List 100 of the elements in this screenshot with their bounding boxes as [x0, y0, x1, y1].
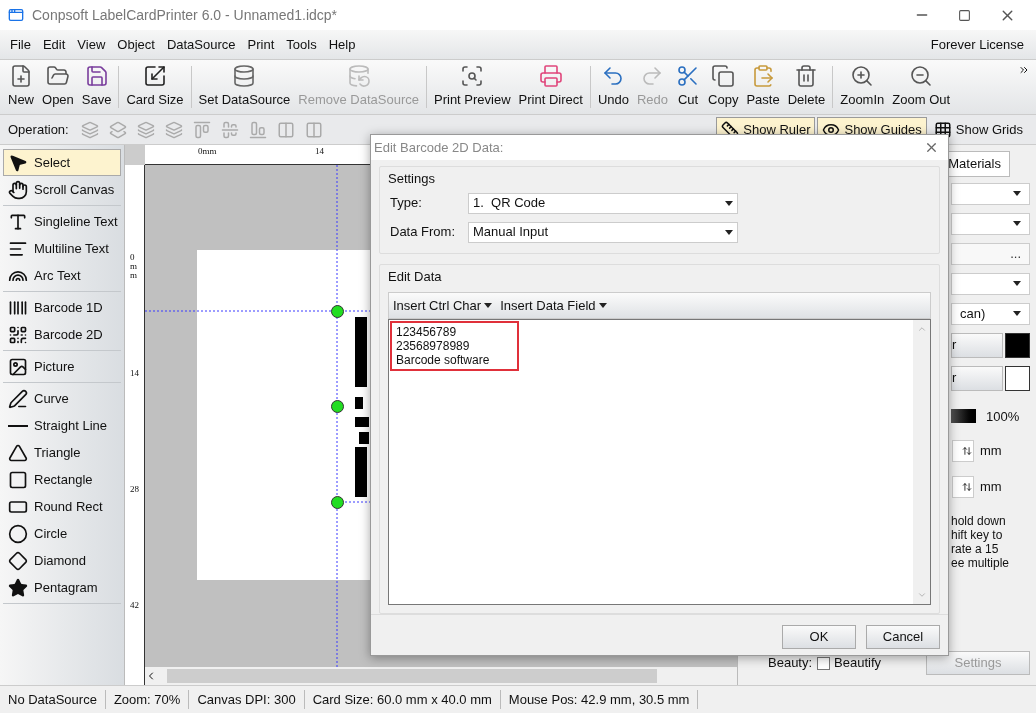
menu-item[interactable]: View	[71, 34, 112, 55]
tool-item[interactable]: Triangle	[3, 439, 121, 466]
insert-menu-button[interactable]: Insert Data Field	[500, 295, 607, 316]
spin-arrows-icon[interactable]	[962, 482, 972, 492]
tool-item[interactable]: Multiline Text	[3, 235, 121, 262]
arrange-icon[interactable]	[220, 120, 239, 139]
tool-item[interactable]: Pentagram	[3, 574, 121, 601]
dropdown[interactable]	[951, 182, 1030, 205]
cancel-button[interactable]: Cancel	[866, 624, 940, 649]
unit-label: mm	[980, 478, 1002, 497]
color-button[interactable]: r	[951, 365, 1003, 391]
copy-icon	[711, 64, 736, 89]
color-swatch[interactable]	[1005, 365, 1030, 391]
hint-text: ee multiple	[951, 556, 1011, 570]
menu-item[interactable]: Object	[111, 34, 161, 55]
arrange-icon[interactable]	[192, 120, 211, 139]
caret-icon	[484, 303, 493, 308]
spin-arrows-icon[interactable]	[962, 446, 972, 456]
status-item: No DataSource	[0, 689, 106, 710]
resize-icon	[143, 64, 167, 89]
ruler-label: 0mm	[130, 253, 138, 280]
pen-icon	[8, 388, 28, 409]
triangle-icon	[8, 442, 28, 463]
color-button[interactable]: r	[951, 332, 1003, 358]
toolbar-button[interactable]: Copy	[704, 64, 743, 110]
browse-field[interactable]: ...	[951, 242, 1030, 265]
menu-item[interactable]: Print	[241, 34, 281, 55]
tool-item[interactable]: Barcode 2D	[3, 321, 121, 348]
color-swatch[interactable]	[1005, 332, 1030, 358]
arrange-icon[interactable]	[304, 120, 323, 139]
tool-item[interactable]: Barcode 1D	[3, 294, 121, 321]
data-line: Barcode software	[396, 353, 490, 367]
toolbar-button[interactable]: Card Size	[122, 64, 188, 110]
toolbar-button[interactable]: Paste	[742, 64, 784, 110]
tool-item[interactable]: Singleline Text	[3, 208, 121, 235]
arrange-icon[interactable]	[164, 120, 183, 139]
type-dropdown[interactable]: 1. QR Code	[468, 192, 738, 214]
tool-item[interactable]: Arc Text	[3, 262, 121, 289]
arrange-icon[interactable]	[80, 120, 99, 139]
horizontal-scrollbar[interactable]	[145, 667, 737, 685]
tool-item[interactable]: Straight Line	[3, 412, 121, 439]
ruler-label: 0mm	[198, 145, 217, 158]
toolbar-button[interactable]: Open	[38, 64, 78, 110]
tool-item[interactable]: Diamond	[3, 547, 121, 574]
opacity-slider[interactable]	[951, 409, 978, 424]
close-icon[interactable]	[924, 140, 939, 155]
insert-menu-button[interactable]: Insert Ctrl Char	[393, 295, 493, 316]
spin-field[interactable]	[952, 476, 974, 498]
caret-icon	[725, 200, 733, 206]
tool-item[interactable]: Curve	[3, 385, 121, 412]
printer-icon	[538, 64, 563, 89]
toolbar-button[interactable]: Undo	[593, 64, 633, 110]
database-icon	[346, 64, 371, 89]
arrange-icon[interactable]	[248, 120, 267, 139]
toolbar-button[interactable]: Delete	[783, 64, 830, 110]
tool-item[interactable]: Scroll Canvas	[3, 176, 121, 203]
dropdown[interactable]	[951, 272, 1030, 295]
toolbar-button[interactable]: Save	[77, 64, 116, 110]
tool-item[interactable]: Circle	[3, 520, 121, 547]
ok-button[interactable]: OK	[782, 624, 856, 649]
toolbar-button[interactable]: New	[4, 64, 38, 110]
toolbar-button[interactable]: Zoom Out	[888, 64, 955, 110]
hand-icon	[8, 179, 28, 200]
tool-item[interactable]: Round Rect	[3, 493, 121, 520]
menu-item[interactable]: DataSource	[160, 34, 242, 55]
ruler-label: 14	[130, 369, 140, 378]
dropdown[interactable]	[951, 212, 1030, 235]
tool-item[interactable]: Select	[3, 149, 121, 176]
arrange-icon[interactable]	[136, 120, 155, 139]
tool-item[interactable]: Rectangle	[3, 466, 121, 493]
beautify-checkbox[interactable]: Beautify	[817, 653, 882, 673]
arrange-icon[interactable]	[276, 120, 295, 139]
hint-text: rate a 15	[951, 542, 1000, 556]
opacity-value: 100%	[986, 407, 1020, 426]
toolbar-button[interactable]: Cut	[672, 64, 705, 110]
hint-text: hift key to	[951, 528, 1004, 542]
data-text-area[interactable]: 123456789 23568978989 Barcode software	[388, 319, 931, 605]
tool-item[interactable]: Picture	[3, 353, 121, 380]
menu-item[interactable]: Tools	[280, 34, 323, 55]
data-source-dropdown[interactable]: Manual Input	[468, 221, 738, 243]
toolbar-button[interactable]: Set DataSource	[194, 64, 295, 110]
maximize-icon[interactable]	[958, 8, 971, 22]
toolbar-button[interactable]: Print Preview	[430, 64, 515, 110]
dropdown[interactable]: can)	[951, 302, 1030, 325]
status-item: Canvas DPI: 300	[189, 689, 305, 710]
caret-icon	[1013, 281, 1021, 286]
spin-field[interactable]	[952, 440, 974, 462]
caret-icon	[1013, 311, 1021, 316]
trash-icon	[794, 64, 819, 89]
menu-item[interactable]: Edit	[36, 34, 72, 55]
ruler-label: 28	[130, 485, 140, 494]
toolbar-button[interactable]: Print Direct	[514, 64, 587, 110]
field-label: Data From:	[389, 223, 456, 242]
hint-text: hold down	[951, 514, 1007, 528]
menu-item[interactable]: Help	[322, 34, 362, 55]
menu-item[interactable]: File	[4, 34, 37, 55]
overflow-icon[interactable]	[1018, 64, 1030, 76]
toolbar-button[interactable]: ZoomIn	[836, 64, 889, 110]
arrange-icon[interactable]	[108, 120, 127, 139]
save-icon	[84, 64, 109, 89]
